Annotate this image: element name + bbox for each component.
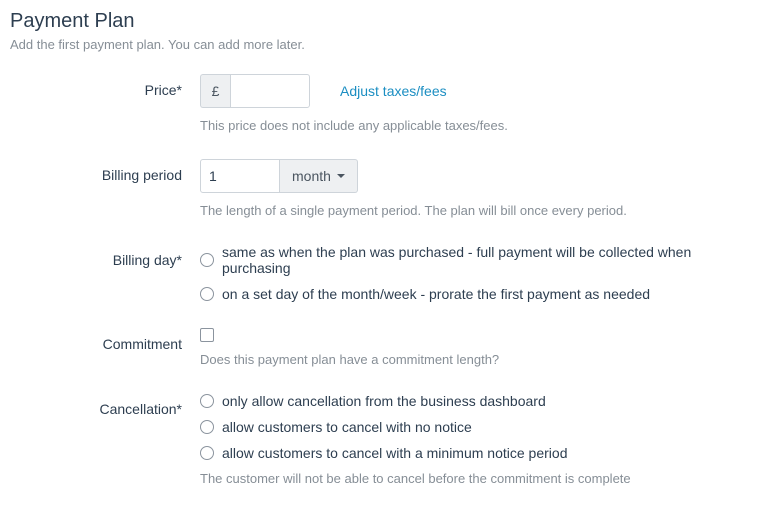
page-title: Payment Plan [10, 10, 760, 33]
billing-period-unit-dropdown[interactable]: month [280, 159, 358, 193]
commitment-hint: Does this payment plan have a commitment… [200, 352, 760, 367]
price-input[interactable] [230, 74, 310, 108]
page-subtitle: Add the first payment plan. You can add … [10, 37, 760, 52]
price-hint: This price does not include any applicab… [200, 118, 760, 133]
label-price: Price* [10, 74, 200, 98]
row-billing-day: Billing day* same as when the plan was p… [10, 244, 760, 302]
billing-period-unit-label: month [292, 168, 331, 184]
row-cancellation: Cancellation* only allow cancellation fr… [10, 393, 760, 486]
row-commitment: Commitment Does this payment plan have a… [10, 328, 760, 367]
chevron-down-icon [337, 174, 345, 178]
adjust-taxes-link[interactable]: Adjust taxes/fees [340, 83, 447, 99]
cancellation-radio-0[interactable] [200, 394, 214, 408]
cancellation-option-0: only allow cancellation from the busines… [222, 393, 546, 409]
label-cancellation: Cancellation* [10, 393, 200, 417]
row-billing-period: Billing period month The length of a sin… [10, 159, 760, 218]
label-billing-period: Billing period [10, 159, 200, 183]
billing-day-radio-1[interactable] [200, 287, 214, 301]
currency-prefix: £ [200, 74, 230, 108]
label-billing-day: Billing day* [10, 244, 200, 268]
billing-day-option-1: on a set day of the month/week - prorate… [222, 286, 650, 302]
label-commitment: Commitment [10, 328, 200, 352]
cancellation-radio-1[interactable] [200, 420, 214, 434]
cancellation-option-1: allow customers to cancel with no notice [222, 419, 472, 435]
row-price: Price* £ Adjust taxes/fees This price do… [10, 74, 760, 133]
billing-period-hint: The length of a single payment period. T… [200, 203, 760, 218]
cancellation-radio-2[interactable] [200, 446, 214, 460]
billing-period-input[interactable] [200, 159, 280, 193]
commitment-checkbox[interactable] [200, 328, 214, 342]
cancellation-hint: The customer will not be able to cancel … [200, 471, 760, 486]
billing-day-option-0: same as when the plan was purchased - fu… [222, 244, 760, 276]
cancellation-option-2: allow customers to cancel with a minimum… [222, 445, 567, 461]
billing-day-radio-0[interactable] [200, 253, 214, 267]
